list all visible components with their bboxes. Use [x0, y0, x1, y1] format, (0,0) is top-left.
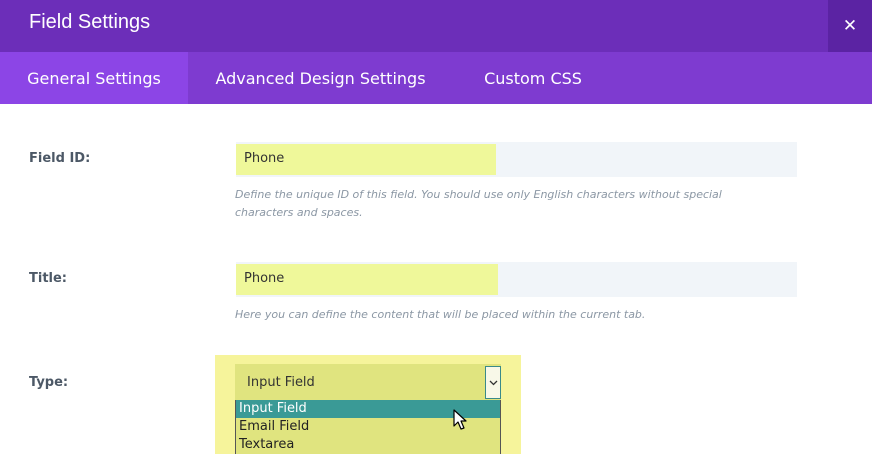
chevron-down-icon[interactable] [485, 366, 501, 399]
title-help: Here you can define the content that wil… [235, 308, 646, 321]
mouse-pointer-icon [453, 409, 467, 430]
tab-general-settings[interactable]: General Settings [0, 52, 188, 104]
close-icon: ✕ [842, 16, 858, 36]
tab-advanced-design-settings[interactable]: Advanced Design Settings [188, 52, 453, 104]
tab-bar: General Settings Advanced Design Setting… [0, 52, 872, 104]
modal-title: Field Settings [29, 11, 151, 33]
tab-custom-css[interactable]: Custom CSS [453, 52, 613, 104]
type-label: Type: [29, 375, 69, 390]
title-label: Title: [29, 271, 68, 286]
type-option-textarea[interactable]: Textarea [236, 436, 500, 454]
type-select-value: Input Field [247, 375, 315, 390]
field-id-label: Field ID: [29, 151, 91, 166]
type-select[interactable]: Input Field [235, 364, 501, 400]
modal-header: Field Settings ✕ [0, 0, 872, 52]
field-id-help: Define the unique ID of this field. You … [235, 188, 722, 219]
field-id-input[interactable]: Phone [236, 142, 797, 177]
close-button[interactable]: ✕ [828, 0, 872, 52]
title-input[interactable]: Phone [236, 262, 797, 297]
title-value: Phone [244, 271, 285, 286]
field-id-value: Phone [244, 151, 285, 166]
